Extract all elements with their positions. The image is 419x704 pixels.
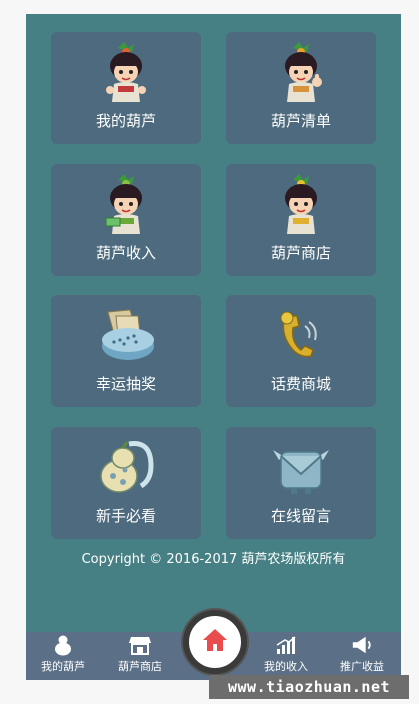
tile-phone-credit-mall[interactable]: 话费商城 xyxy=(226,295,376,407)
tile-my-gourd[interactable]: 我的葫芦 xyxy=(51,32,201,144)
home-icon xyxy=(201,627,229,657)
calabash-boy-shop-icon xyxy=(266,170,336,240)
tab-label: 我的葫芦 xyxy=(41,660,85,673)
telephone-handset-icon xyxy=(266,301,336,371)
bar-chart-icon xyxy=(275,634,297,656)
tile-label: 葫芦清单 xyxy=(270,112,331,130)
tile-label: 幸运抽奖 xyxy=(95,375,156,393)
store-icon xyxy=(129,634,151,656)
tile-gourd-income[interactable]: 葫芦收入 xyxy=(51,164,201,276)
watermark-text: www.tiaozhuan.net xyxy=(209,675,409,699)
tile-label: 我的葫芦 xyxy=(95,112,156,130)
tile-beginner-guide[interactable]: 新手必看 xyxy=(51,427,201,539)
app-screen: 我的葫芦 葫芦清单 葫芦收入 葫芦商店 幸运抽奖 话费商城 新手必看 在线留言 … xyxy=(26,14,401,680)
tile-label: 葫芦收入 xyxy=(95,244,156,262)
tile-online-message[interactable]: 在线留言 xyxy=(226,427,376,539)
tile-label: 话费商城 xyxy=(270,375,331,393)
tab-label: 推广收益 xyxy=(340,660,384,673)
home-button[interactable] xyxy=(183,610,247,674)
gourd-icon xyxy=(52,634,74,656)
tab-label: 我的收入 xyxy=(264,660,308,673)
envelope-monster-icon xyxy=(266,433,336,503)
calabash-boy-icon xyxy=(91,38,161,108)
gourd-guide-icon xyxy=(91,433,161,503)
calabash-boy-money-icon xyxy=(91,170,161,240)
tile-gourd-shop[interactable]: 葫芦商店 xyxy=(226,164,376,276)
tile-label: 新手必看 xyxy=(95,507,156,525)
lottery-box-icon xyxy=(91,301,161,371)
tab-promotion-earnings[interactable]: 推广收益 xyxy=(327,632,397,680)
tile-gourd-list[interactable]: 葫芦清单 xyxy=(226,32,376,144)
tile-label: 在线留言 xyxy=(270,507,331,525)
tab-my-gourd[interactable]: 我的葫芦 xyxy=(28,632,98,680)
tab-label: 葫芦商店 xyxy=(118,660,162,673)
calabash-boy-thumbs-up-icon xyxy=(266,38,336,108)
megaphone-icon xyxy=(351,634,373,656)
tab-my-income[interactable]: 我的收入 xyxy=(251,632,321,680)
tab-gourd-shop[interactable]: 葫芦商店 xyxy=(105,632,175,680)
copyright-text: Copyright © 2016-2017 葫芦农场版权所有 xyxy=(81,552,346,567)
tile-lucky-draw[interactable]: 幸运抽奖 xyxy=(51,295,201,407)
tile-label: 葫芦商店 xyxy=(270,244,331,262)
